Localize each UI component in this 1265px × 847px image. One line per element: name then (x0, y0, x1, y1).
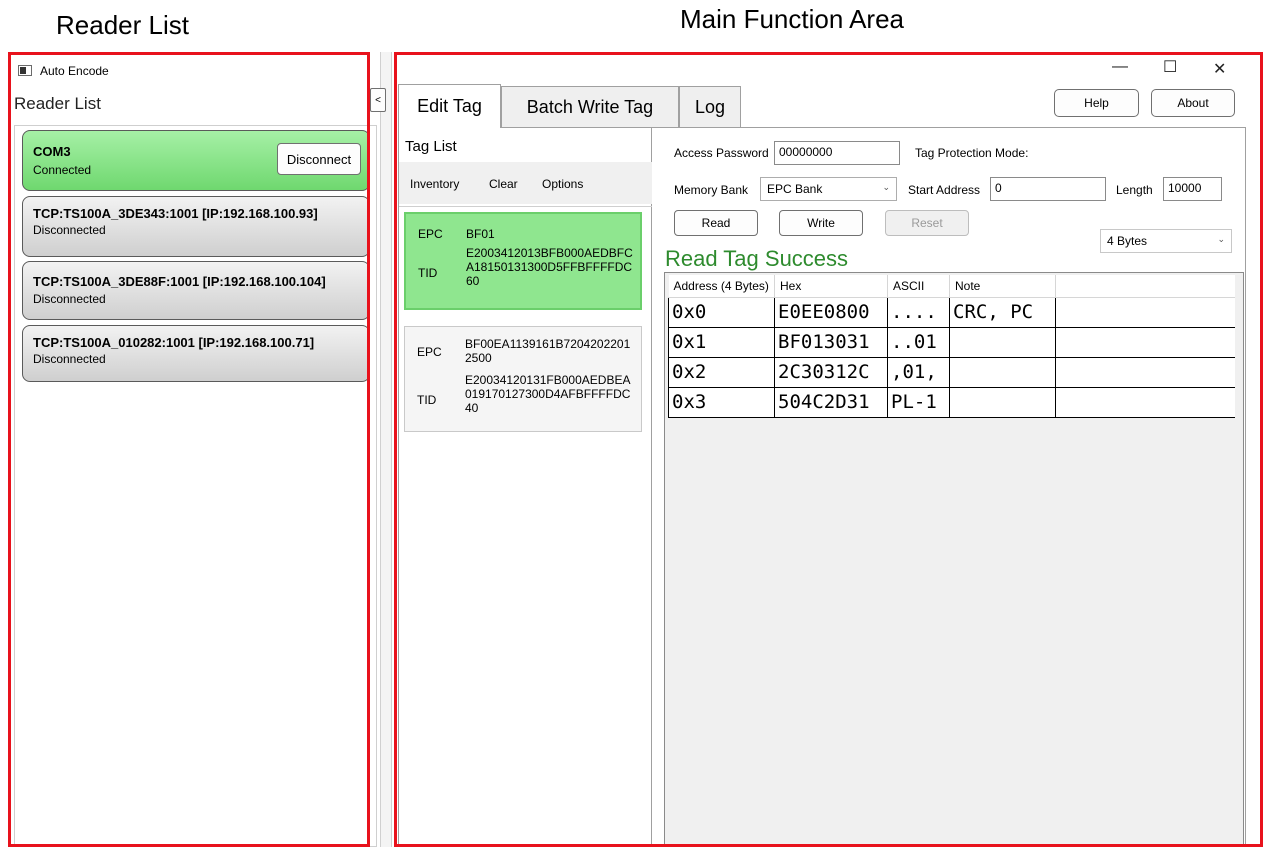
main-function-area-caption: Main Function Area (680, 4, 905, 34)
collapse-sidebar-button[interactable]: < (370, 88, 386, 112)
splitter[interactable] (380, 52, 392, 847)
tab-edit-tag[interactable]: Edit Tag (398, 84, 501, 128)
reader-list-caption: Reader List (56, 10, 189, 40)
reader-list-highlight (8, 52, 370, 847)
main-function-area-highlight (394, 52, 1263, 847)
